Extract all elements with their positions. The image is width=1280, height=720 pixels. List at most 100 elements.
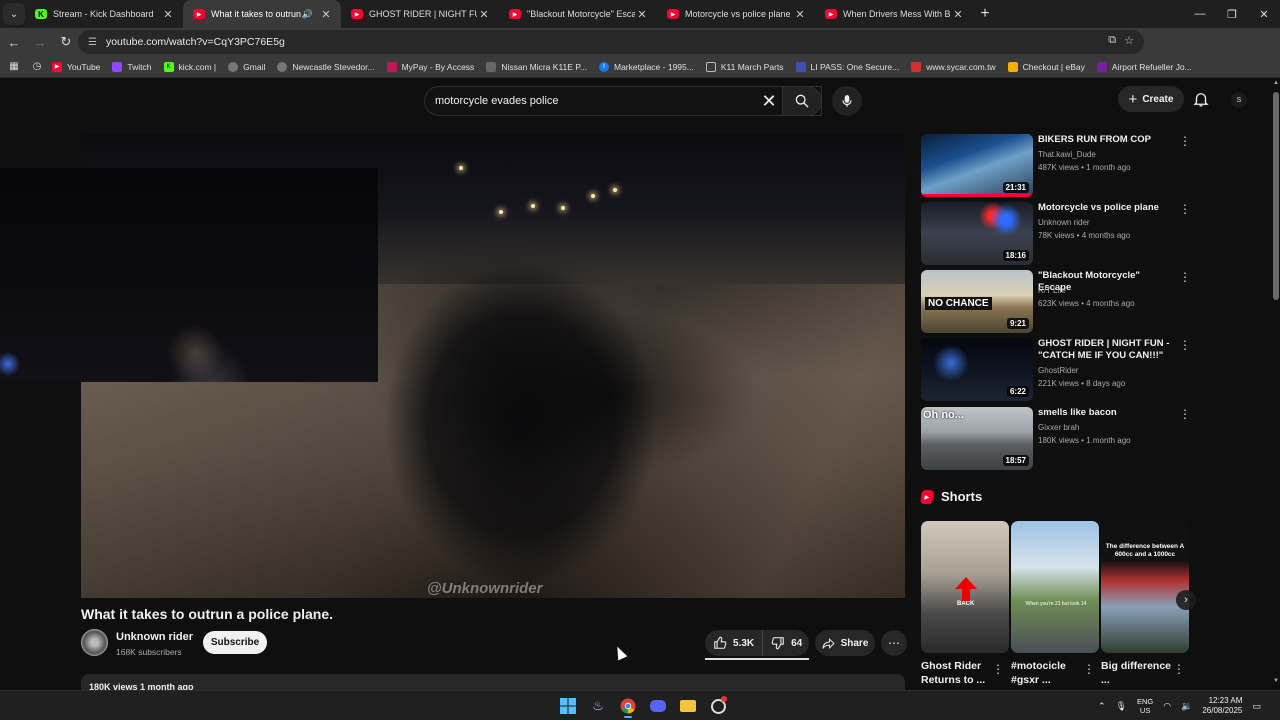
file-explorer-icon[interactable] — [676, 694, 700, 718]
dislike-button[interactable]: 64 — [763, 630, 810, 656]
recommended-channel[interactable]: That.kawi_Dude — [1038, 150, 1096, 159]
more-vertical-icon[interactable]: ⋮ — [1179, 338, 1191, 352]
bookmark-item[interactable]: Gmail — [228, 61, 265, 72]
tab-ghost-rider[interactable]: ▶ GHOST RIDER | NIGHT FUN - "C ✕ — [341, 0, 499, 28]
windows-start-icon[interactable] — [556, 694, 580, 718]
tab-blackout-motorcycle[interactable]: ▶ "Blackout Motorcycle" Escape - ✕ — [499, 0, 657, 28]
short-thumbnail[interactable]: BACK — [921, 521, 1009, 653]
short-thumbnail[interactable]: The difference between A 600cc and a 100… — [1101, 521, 1189, 653]
chrome-icon[interactable] — [616, 694, 640, 718]
more-vertical-icon[interactable]: ⋮ — [1179, 407, 1191, 421]
scroll-up-icon[interactable]: ▲ — [1272, 80, 1280, 86]
recommended-title[interactable]: BIKERS RUN FROM COP — [1038, 134, 1174, 146]
video-thumbnail[interactable]: Oh no... 18:57 — [921, 407, 1033, 470]
tab-drivers-bikers[interactable]: ▶ When Drivers Mess With Bikers ✕ — [815, 0, 973, 28]
recommended-title[interactable]: GHOST RIDER | NIGHT FUN - "CATCH ME IF Y… — [1038, 338, 1174, 362]
more-vertical-icon[interactable]: ⋮ — [1179, 134, 1191, 148]
like-button[interactable]: 5.3K — [705, 630, 764, 656]
short-title[interactable]: Ghost Rider Returns to ... — [921, 659, 999, 687]
tab-search-button[interactable]: ⌄ — [3, 3, 25, 25]
clear-search-icon[interactable]: ✕ — [756, 88, 782, 114]
close-icon[interactable]: ✕ — [635, 8, 649, 21]
bookmark-item[interactable]: K11 March Parts — [705, 61, 784, 72]
wifi-icon[interactable]: ◠ — [1163, 701, 1171, 712]
channel-avatar[interactable] — [81, 629, 108, 656]
recommended-channel[interactable]: Unknown rider — [1038, 218, 1090, 227]
subscribe-button[interactable]: Subscribe — [203, 631, 267, 654]
more-actions-button[interactable]: ⋯ — [881, 630, 907, 656]
restore-icon[interactable]: ❐ — [1216, 0, 1248, 28]
close-icon[interactable]: ✕ — [951, 8, 965, 21]
site-info-icon[interactable]: ☰ — [88, 37, 97, 48]
bookmark-item[interactable]: Kkick.com | — [163, 61, 216, 72]
account-avatar[interactable]: S — [1231, 92, 1247, 108]
system-clock[interactable]: 12:23 AM 26/08/2025 — [1202, 696, 1242, 716]
recommended-video[interactable]: 6:22 GHOST RIDER | NIGHT FUN - "CATCH ME… — [921, 338, 1191, 402]
create-button[interactable]: + Create — [1118, 86, 1184, 112]
close-window-icon[interactable]: ✕ — [1248, 0, 1280, 28]
bookmark-item[interactable]: LI PASS: One Secure... — [795, 61, 899, 72]
scrollbar-thumb[interactable] — [1273, 92, 1279, 300]
apps-grid-icon[interactable]: ▦ — [0, 61, 28, 72]
discord-icon[interactable] — [646, 694, 670, 718]
short-title[interactable]: #motocicle #gsxr ... — [1011, 659, 1089, 687]
bookmark-item[interactable]: f Marketplace - 1995... — [598, 61, 694, 72]
channel-name[interactable]: Unknown rider — [116, 631, 193, 643]
notifications-icon[interactable]: ▭ — [1252, 701, 1261, 712]
close-icon[interactable]: ✕ — [793, 8, 807, 21]
more-vertical-icon[interactable]: ⋮ — [992, 662, 1004, 676]
chevron-up-icon[interactable]: ⌃ — [1098, 701, 1106, 712]
new-tab-button[interactable]: + — [973, 5, 997, 23]
obs-icon[interactable] — [706, 694, 730, 718]
more-vertical-icon[interactable]: ⋮ — [1083, 662, 1095, 676]
bookmark-item[interactable]: Checkout | eBay — [1007, 61, 1085, 72]
close-icon[interactable]: ✕ — [319, 8, 333, 21]
tab-active-video[interactable]: ▶ What it takes to outrun a p 🔊 ✕ — [183, 0, 341, 28]
bookmark-item[interactable]: ▶ YouTube — [52, 61, 100, 72]
recommended-channel[interactable]: R/T Life — [1038, 286, 1066, 295]
address-bar[interactable]: ☰ youtube.com/watch?v=CqY3PC76E5g ⧉ ☆ — [78, 30, 1144, 54]
recommended-video[interactable]: 18:16 Motorcycle vs police plane Unknown… — [921, 202, 1191, 266]
volume-icon[interactable]: 🔉 — [1181, 701, 1192, 712]
shorts-next-button[interactable]: › — [1176, 590, 1196, 610]
page-scrollbar[interactable]: ▲ ▼ — [1272, 78, 1280, 690]
video-thumbnail[interactable]: 21:31 — [921, 134, 1033, 197]
scroll-down-icon[interactable]: ▼ — [1272, 678, 1280, 684]
minimize-icon[interactable]: — — [1184, 0, 1216, 28]
recommended-video[interactable]: 21:31 BIKERS RUN FROM COP That.kawi_Dude… — [921, 134, 1191, 198]
share-button[interactable]: Share — [815, 630, 875, 656]
forward-button[interactable]: → — [28, 30, 52, 54]
video-thumbnail[interactable]: NO CHANCE 9:21 — [921, 270, 1033, 333]
short-title[interactable]: Big difference ... — [1101, 659, 1179, 687]
history-icon[interactable]: ◷ — [28, 61, 46, 72]
recommended-video[interactable]: NO CHANCE 9:21 "Blackout Motorcycle" Esc… — [921, 270, 1191, 334]
more-vertical-icon[interactable]: ⋮ — [1173, 662, 1185, 676]
back-button[interactable]: ← — [2, 30, 26, 54]
search-button[interactable] — [782, 86, 822, 116]
more-vertical-icon[interactable]: ⋮ — [1179, 202, 1191, 216]
description-box[interactable]: 180K views 1 month ago — [81, 674, 905, 690]
tab-police-plane[interactable]: ▶ Motorcycle vs police plane - Yo ✕ — [657, 0, 815, 28]
close-icon[interactable]: ✕ — [477, 8, 491, 21]
video-thumbnail[interactable]: 6:22 — [921, 338, 1033, 401]
tab-kick-dashboard[interactable]: K Stream - Kick Dashboard ✕ — [25, 0, 183, 28]
language-indicator[interactable]: ENG US — [1137, 697, 1153, 715]
more-vertical-icon[interactable]: ⋮ — [1179, 270, 1191, 284]
video-thumbnail[interactable]: 18:16 — [921, 202, 1033, 265]
bookmark-star-icon[interactable]: ☆ — [1124, 34, 1134, 47]
bookmark-item[interactable]: MyPay - By Access — [386, 61, 474, 72]
speaker-icon[interactable]: 🔊 — [302, 9, 313, 20]
bookmark-item[interactable]: Nissan Micra K11E P... — [486, 61, 587, 72]
steam-icon[interactable]: ♨ — [586, 694, 610, 718]
bookmark-item[interactable]: www.sycar.com.tw — [911, 61, 996, 72]
notifications-bell-icon[interactable] — [1192, 90, 1210, 108]
install-app-icon[interactable]: ⧉ — [1108, 34, 1116, 47]
microphone-tray-icon[interactable]: 🎙 — [1116, 701, 1127, 712]
close-icon[interactable]: ✕ — [161, 8, 175, 21]
voice-search-button[interactable] — [832, 86, 862, 116]
recommended-channel[interactable]: GhostRider — [1038, 366, 1078, 375]
recommended-title[interactable]: Motorcycle vs police plane — [1038, 202, 1174, 214]
recommended-channel[interactable]: Gixxer brah — [1038, 423, 1079, 432]
bookmark-item[interactable]: Airport Refueller Jo... — [1096, 61, 1192, 72]
bookmark-item[interactable]: Newcastle Stevedor... — [277, 61, 375, 72]
